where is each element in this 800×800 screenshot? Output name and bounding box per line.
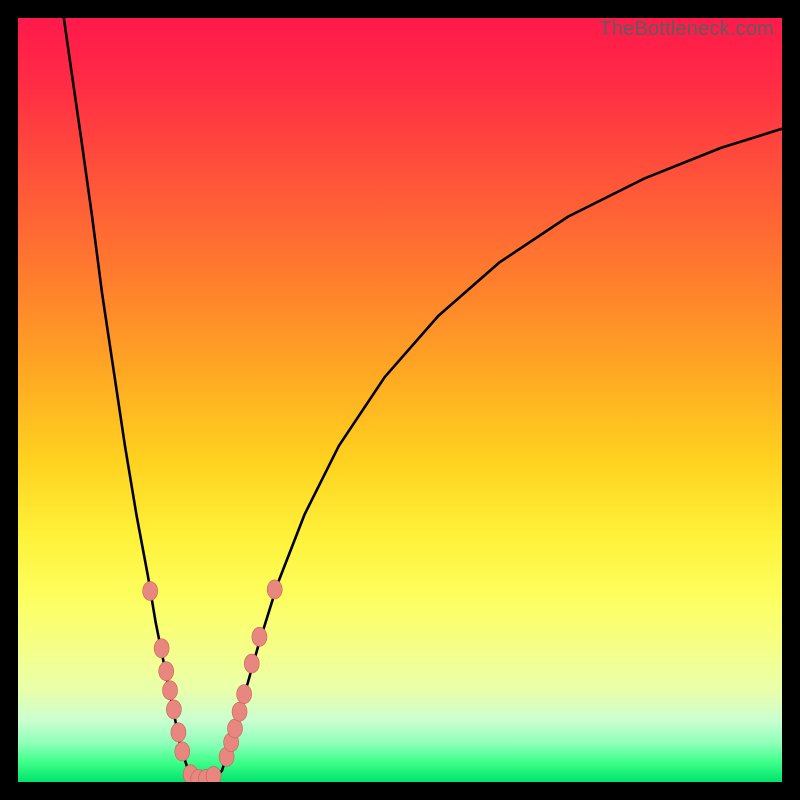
data-marker — [171, 723, 186, 742]
data-marker — [252, 627, 267, 646]
data-marker — [267, 580, 282, 599]
data-marker — [159, 662, 174, 681]
data-marker — [237, 685, 252, 704]
curve-layer — [18, 18, 782, 782]
plot-area: TheBottleneck.com — [18, 18, 782, 782]
data-marker — [232, 702, 247, 721]
data-marker — [227, 719, 242, 738]
data-marker — [143, 582, 158, 601]
data-marker — [244, 654, 259, 673]
chart-frame: TheBottleneck.com — [0, 0, 800, 800]
data-marker — [206, 766, 221, 782]
data-marker — [163, 681, 178, 700]
data-marker — [154, 639, 169, 658]
data-marker — [166, 700, 181, 719]
data-marker — [175, 742, 190, 761]
